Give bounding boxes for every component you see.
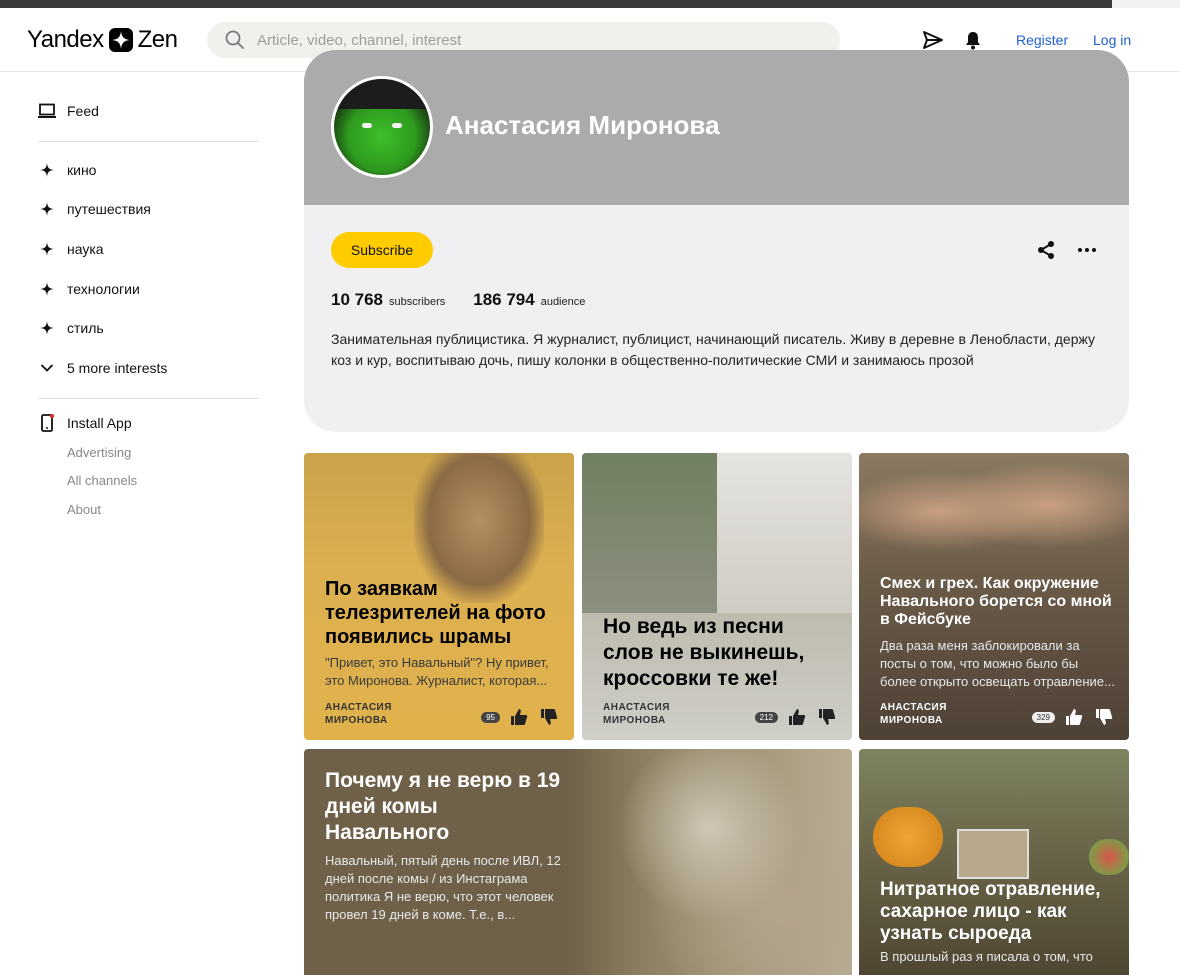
sidebar-divider <box>38 141 259 142</box>
browser-top-strip <box>0 0 1180 8</box>
card-author: АНАСТАСИЯ МИРОНОВА <box>325 702 392 726</box>
card-author: АНАСТАСИЯ МИРОНОВА <box>880 702 947 726</box>
card-actions: 329 <box>1031 708 1113 726</box>
sparkle-icon <box>38 240 56 258</box>
channel-profile-card: Анастасия Миронова Subscribe 10 768 subs… <box>304 50 1129 432</box>
channel-stats: 10 768 subscribers 186 794 audience <box>331 290 613 310</box>
sidebar-item-interest[interactable]: наука <box>38 240 104 258</box>
card-title: По заявкам телезрителей на фото появилис… <box>325 578 546 648</box>
sidebar-item-label: кино <box>67 162 97 178</box>
card-excerpt: Навальный, пятый день после ИВЛ, 12 дней… <box>325 853 561 922</box>
sparkle-icon <box>38 161 56 179</box>
login-link[interactable]: Log in <box>1093 32 1131 48</box>
send-icon[interactable] <box>922 30 944 50</box>
all-channels-link[interactable]: All channels <box>67 473 137 488</box>
sidebar-item-label: технологии <box>67 281 140 297</box>
comment-count-badge: 95 <box>481 711 500 723</box>
card-photo <box>717 453 852 613</box>
sidebar-item-interest[interactable]: технологии <box>38 280 140 298</box>
like-icon[interactable] <box>788 708 806 726</box>
card-title: Но ведь из песни слов не выкинешь, кросс… <box>603 615 805 690</box>
search-icon <box>225 30 244 49</box>
sparkle-icon <box>38 280 56 298</box>
register-link[interactable]: Register <box>1016 32 1068 48</box>
dislike-icon[interactable] <box>540 708 558 726</box>
card-title: Смех и грех. Как окружение Навального бо… <box>880 575 1112 628</box>
feed-icon <box>38 102 56 120</box>
article-card[interactable]: Нитратное отравление, сахарное лицо - ка… <box>859 749 1129 975</box>
card-title: Нитратное отравление, сахарное лицо - ка… <box>880 879 1101 944</box>
dislike-icon[interactable] <box>1095 708 1113 726</box>
article-card[interactable]: Смех и грех. Как окружение Навального бо… <box>859 453 1129 740</box>
card-title: Почему я не верю в 19 дней комы Навально… <box>325 769 561 844</box>
about-link[interactable]: About <box>67 502 101 517</box>
card-photo <box>957 829 1029 879</box>
sidebar-item-label: наука <box>67 241 104 257</box>
article-card[interactable]: Но ведь из песни слов не выкинешь, кросс… <box>582 453 852 740</box>
card-excerpt: В прошлый раз я писала о том, что <box>880 949 1093 964</box>
sidebar-divider <box>38 398 259 399</box>
sidebar-item-interest[interactable]: путешествия <box>38 200 151 218</box>
sidebar-item-label: 5 more interests <box>67 360 168 376</box>
more-options-icon[interactable] <box>1077 247 1097 253</box>
card-author: АНАСТАСИЯ МИРОНОВА <box>603 702 670 726</box>
bell-icon[interactable] <box>963 30 983 50</box>
audience-label: audience <box>540 296 586 308</box>
card-actions: 95 <box>481 708 558 726</box>
avatar <box>331 76 433 178</box>
card-excerpt: "Привет, это Навальный"? Ну привет, это … <box>325 655 549 688</box>
sidebar-item-feed[interactable]: Feed <box>38 102 99 120</box>
card-photo <box>582 453 717 613</box>
like-icon[interactable] <box>1065 708 1083 726</box>
browser-top-strip-light <box>1112 0 1180 8</box>
card-actions: 212 <box>754 708 836 726</box>
phone-icon <box>38 414 56 432</box>
audience-count: 186 794 <box>473 290 535 309</box>
card-photo <box>1089 839 1129 875</box>
subscribers-count: 10 768 <box>331 290 383 309</box>
card-photo <box>873 807 943 867</box>
sidebar-item-label: Feed <box>67 103 99 119</box>
card-excerpt: Два раза меня заблокировали за посты о т… <box>880 638 1115 689</box>
subscribers-label: subscribers <box>389 296 446 308</box>
sidebar-item-label: Install App <box>67 415 132 431</box>
yandex-zen-logo[interactable]: Yandex Zen <box>27 25 178 55</box>
sidebar-item-interest[interactable]: стиль <box>38 319 104 337</box>
sidebar-item-interest[interactable]: кино <box>38 161 96 179</box>
comment-count-badge: 329 <box>1031 711 1055 723</box>
card-photo <box>859 453 1129 583</box>
sidebar-more-interests[interactable]: 5 more interests <box>38 359 167 377</box>
zen-star-icon <box>108 28 133 52</box>
sidebar-item-label: стиль <box>67 320 104 336</box>
sidebar-item-label: путешествия <box>67 201 151 217</box>
card-photo <box>594 749 852 975</box>
subscribe-button[interactable]: Subscribe <box>331 232 433 268</box>
like-icon[interactable] <box>510 708 528 726</box>
logo-yandex-text: Yandex <box>27 26 104 53</box>
sparkle-icon <box>38 200 56 218</box>
share-icon[interactable] <box>1036 240 1056 260</box>
sidebar-install-app[interactable]: Install App <box>38 414 132 432</box>
logo-zen-text: Zen <box>137 26 178 53</box>
comment-count-badge: 212 <box>754 711 778 723</box>
sparkle-icon <box>38 319 56 337</box>
channel-name: Анастасия Миронова <box>445 110 720 140</box>
channel-description: Занимательная публицистика. Я журналист,… <box>331 331 1095 368</box>
advertising-link[interactable]: Advertising <box>67 445 131 460</box>
chevron-down-icon <box>38 359 56 377</box>
article-card[interactable]: По заявкам телезрителей на фото появилис… <box>304 453 574 740</box>
article-card[interactable]: Почему я не верю в 19 дней комы Навально… <box>304 749 852 975</box>
dislike-icon[interactable] <box>818 708 836 726</box>
